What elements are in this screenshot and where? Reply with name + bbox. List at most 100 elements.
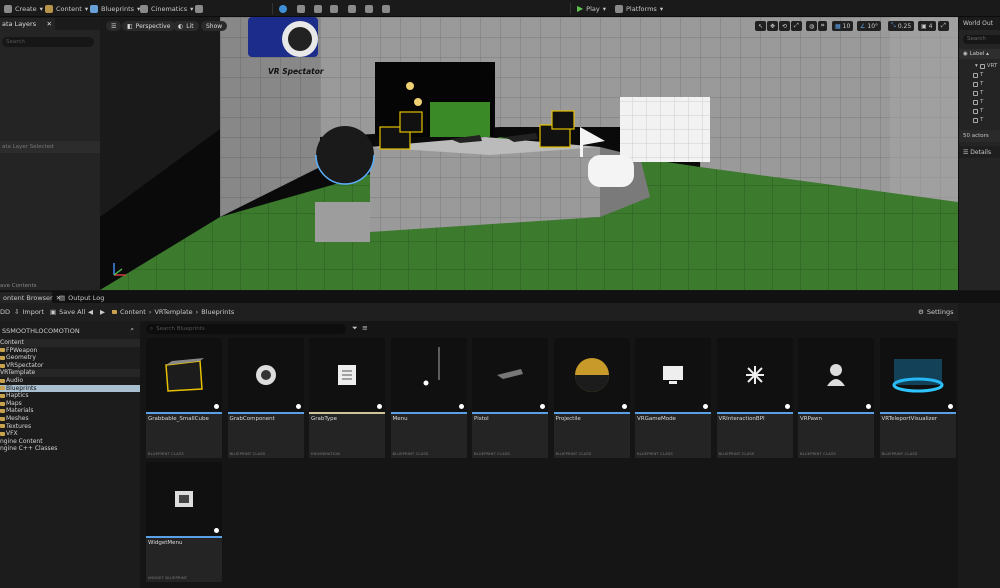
world-outliner-tab[interactable]: World Out <box>959 17 1000 30</box>
filter-button[interactable]: ⏷ <box>352 324 358 333</box>
add-button[interactable]: DD <box>0 307 10 317</box>
folder-icon <box>0 355 5 360</box>
select-mode-button[interactable] <box>279 3 287 14</box>
save-all-button[interactable]: ▣ Save All <box>50 307 85 317</box>
folder-icon <box>0 416 5 421</box>
asset-tile[interactable]: VRPawn BLUEPRINT CLASS <box>798 338 874 458</box>
create-menu[interactable]: Create ▾ <box>4 3 43 14</box>
mode-button[interactable] <box>195 3 203 14</box>
search-icon[interactable]: ⌕ <box>130 325 134 334</box>
asset-tile[interactable]: Projectile BLUEPRINT CLASS <box>553 338 630 458</box>
scale-tool[interactable]: ⤢ <box>791 21 802 31</box>
platforms-menu[interactable]: Platforms ▾ <box>615 3 663 14</box>
data-layers-search[interactable]: Search <box>2 37 94 47</box>
import-button[interactable]: ⇩ Import <box>14 307 44 317</box>
tree-item[interactable]: FPWeapon <box>0 347 140 355</box>
asset-tile[interactable]: VRGameMode BLUEPRINT CLASS <box>635 338 711 458</box>
brush-icon <box>365 4 373 13</box>
create-icon <box>4 4 12 13</box>
brush-edit-button[interactable] <box>365 3 373 14</box>
cinematics-menu[interactable]: Cinematics ▾ <box>140 3 193 14</box>
level-viewport[interactable]: ☰ ◧ Perspective ◐ Lit Show VR Spectator … <box>100 17 958 290</box>
landscape-mode-button[interactable] <box>297 3 305 14</box>
content-browser-tab[interactable]: ontent Browser ✕ <box>0 292 61 303</box>
outliner-row[interactable]: T <box>973 98 983 106</box>
viewport-menu-button[interactable]: ☰ <box>106 21 122 31</box>
asset-tile[interactable]: GrabType ENUMERATION <box>309 338 385 458</box>
tree-item[interactable]: Blueprints <box>0 384 140 393</box>
content-menu[interactable]: Content ▾ <box>45 3 88 14</box>
perspective-button[interactable]: ◧ Perspective <box>122 21 176 31</box>
asset-tile[interactable]: VRTeleportVisualizer BLUEPRINT CLASS <box>879 338 956 458</box>
fracture-button[interactable] <box>348 3 356 14</box>
close-icon[interactable]: ✕ <box>47 20 52 30</box>
interface-icon <box>716 338 793 412</box>
tree-item[interactable]: Meshes <box>0 415 140 423</box>
camera-speed-button[interactable]: ▣ 4 <box>918 21 936 31</box>
gear-icon: ⚙ <box>918 308 924 316</box>
asset-status-dot <box>866 404 871 409</box>
output-log-tab[interactable]: ▤ Output Log <box>56 292 107 303</box>
tree-item[interactable]: Haptics <box>0 392 140 400</box>
tree-item[interactable]: VRSpectator <box>0 362 140 370</box>
tree-item[interactable]: Textures <box>0 423 140 431</box>
outliner-row[interactable]: T <box>973 116 983 124</box>
back-button[interactable]: ◀ <box>88 307 93 317</box>
asset-name: GrabComponent <box>229 416 275 422</box>
sort-button[interactable]: ≡ <box>362 324 368 332</box>
asset-type: BLUEPRINT CLASS <box>148 451 184 456</box>
surface-snap-toggle[interactable]: ⌗ <box>818 21 828 31</box>
search-icon: ⌕ <box>150 325 154 332</box>
animation-mode-button[interactable] <box>382 3 390 14</box>
rotate-tool[interactable]: ⟲ <box>779 21 791 31</box>
tree-item[interactable]: VRTemplate <box>0 369 140 377</box>
outliner-root[interactable]: ▾ VRT <box>975 62 997 70</box>
select-tool[interactable]: ↖ <box>755 21 767 31</box>
outliner-label-column[interactable]: ◉ Label ▴ <box>959 49 1000 59</box>
outliner-row[interactable]: T <box>973 107 983 115</box>
asset-type: BLUEPRINT CLASS <box>474 451 510 456</box>
maximize-viewport-button[interactable]: ⤢ <box>938 21 949 31</box>
details-tab[interactable]: ☰ Details <box>959 146 1000 158</box>
tree-item[interactable]: ngine C++ Classes <box>0 445 140 453</box>
asset-tile[interactable]: Menu BLUEPRINT CLASS <box>390 338 467 458</box>
outliner-search[interactable]: Search <box>963 35 1000 44</box>
settings-button[interactable]: ⚙ Settings <box>918 307 954 317</box>
asset-tile[interactable]: Grabbable_SmallCube BLUEPRINT CLASS <box>146 338 222 458</box>
asset-tile[interactable]: Pistol BLUEPRINT CLASS <box>472 338 548 458</box>
foliage-mode-button[interactable] <box>314 3 322 14</box>
scale-snap-button[interactable]: ⤡ 0.25 <box>888 21 915 31</box>
world-local-toggle[interactable]: ◍ <box>806 21 818 31</box>
grid-snap-button[interactable]: ▦ 10 <box>832 21 854 31</box>
play-button[interactable]: ▶ Play ▾ <box>577 3 606 14</box>
tree-item[interactable]: Audio <box>0 377 140 385</box>
asset-name: Grabbable_SmallCube <box>148 416 209 422</box>
forward-button[interactable]: ▶ <box>100 307 105 317</box>
asset-status-dot <box>458 404 464 409</box>
asset-tile[interactable]: GrabComponent BLUEPRINT CLASS <box>227 338 304 458</box>
foliage-icon <box>314 4 322 13</box>
asset-tile[interactable]: VRInteractionBPI BLUEPRINT CLASS <box>716 338 793 458</box>
data-layers-tab[interactable]: ata Layers ✕ <box>0 18 55 30</box>
show-button[interactable]: Show <box>201 21 228 31</box>
translate-tool[interactable]: ✥ <box>767 21 779 31</box>
outliner-row[interactable]: T <box>973 71 983 79</box>
move-icon: ✥ <box>770 22 776 30</box>
tree-item[interactable]: Maps <box>0 400 140 408</box>
tree-item[interactable]: VFX <box>0 430 140 438</box>
blueprints-menu[interactable]: Blueprints ▾ <box>90 3 140 14</box>
asset-name: Projectile <box>555 416 581 422</box>
tree-item[interactable]: ngine Content <box>0 438 140 446</box>
outliner-row[interactable]: T <box>973 80 983 88</box>
mesh-paint-button[interactable] <box>330 3 338 14</box>
asset-tile[interactable]: WidgetMenu WIDGET BLUEPRINT <box>146 462 222 582</box>
tree-item[interactable]: Geometry <box>0 354 140 362</box>
save-contents-label: ave Contents <box>0 283 37 289</box>
asset-type: BLUEPRINT CLASS <box>881 451 918 456</box>
asset-search-input[interactable]: ⌕ Search Blueprints <box>146 324 346 334</box>
outliner-row[interactable]: T <box>973 89 983 97</box>
tree-item[interactable]: Content <box>0 339 140 347</box>
rotation-snap-button[interactable]: ∠ 10° <box>857 21 882 31</box>
tree-item[interactable]: Materials <box>0 407 140 415</box>
lit-button[interactable]: ◐ Lit <box>173 21 199 31</box>
